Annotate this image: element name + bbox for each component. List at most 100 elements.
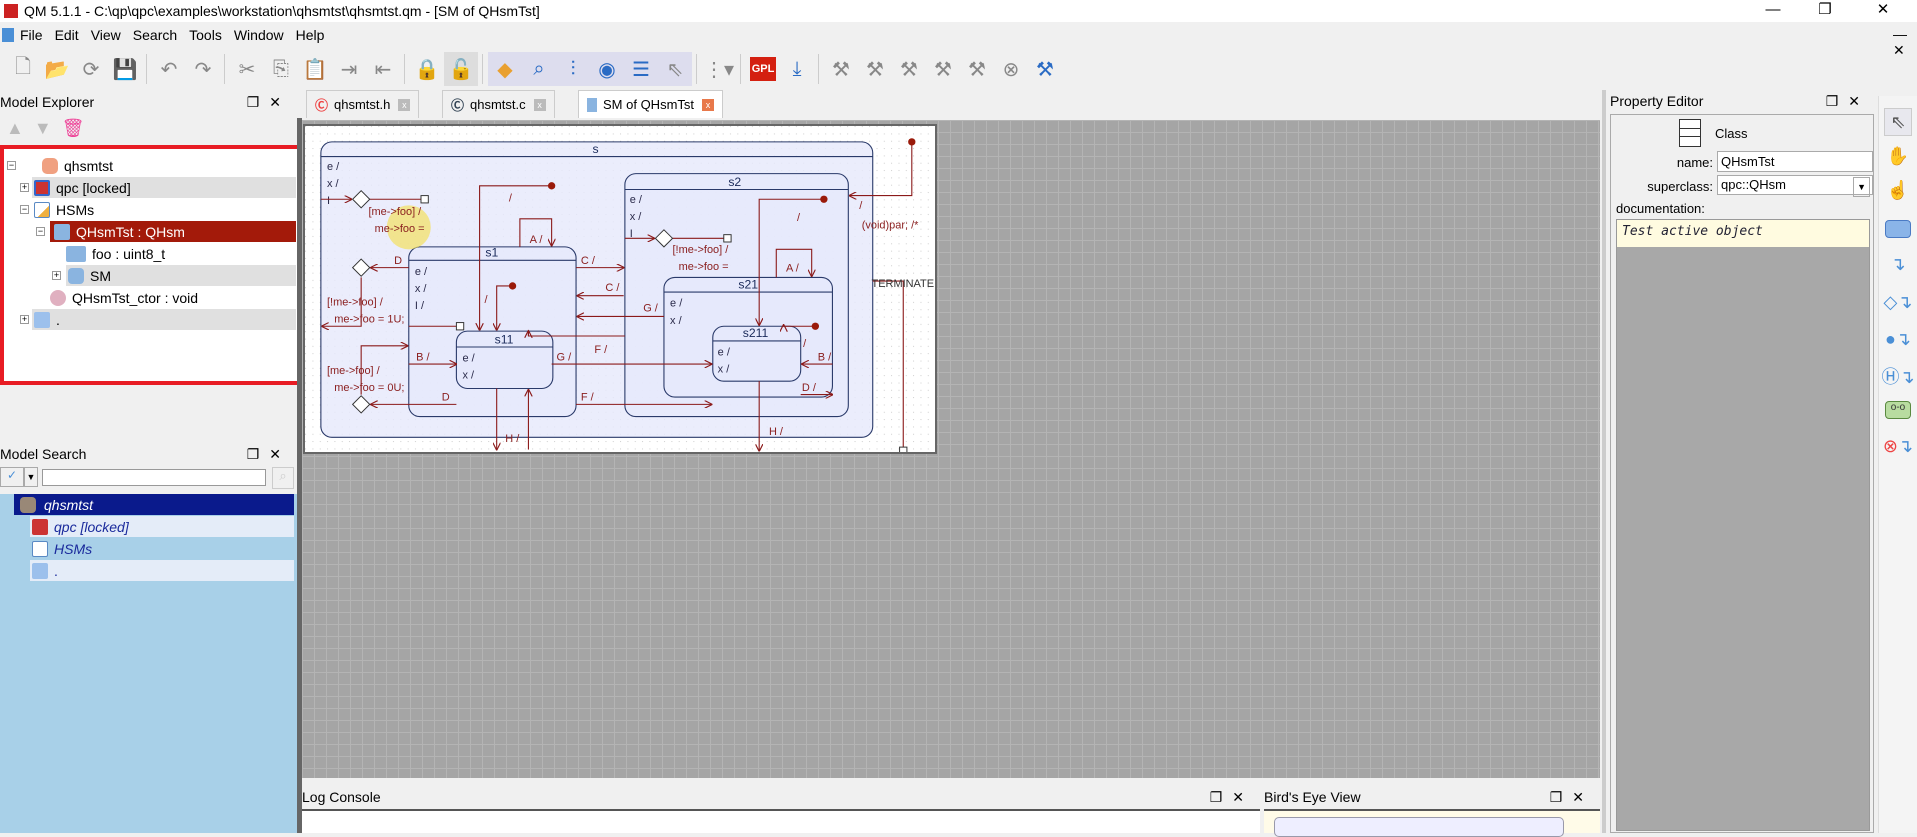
touch-tool-icon[interactable]: ☝	[1884, 176, 1912, 204]
choice-transition-tool-icon[interactable]: ◇↴	[1884, 288, 1913, 316]
transition-label: D	[394, 255, 402, 267]
paste-icon[interactable]: 📋	[298, 52, 332, 86]
copy-icon[interactable]: ⎘	[264, 52, 298, 86]
properties-icon[interactable]: ⫶	[556, 52, 590, 86]
lock-icon[interactable]: 🔒	[410, 52, 444, 86]
unlock-icon[interactable]: 🔓	[444, 52, 478, 86]
close-window-button[interactable]: ✕	[1860, 0, 1906, 22]
state-name-s211: s211	[743, 326, 769, 340]
log-console[interactable]	[302, 809, 1260, 833]
search-result-dot[interactable]: .	[30, 560, 294, 581]
transition-label: F /	[581, 392, 595, 404]
diagram-canvas[interactable]: s s2 s1 s21 s11 s211 e / x / I e / x / I e /…	[302, 120, 1600, 778]
menu-window[interactable]: Window	[228, 27, 290, 43]
state-tool-icon[interactable]	[1884, 215, 1912, 243]
initial-dot	[508, 282, 517, 290]
import-icon[interactable]: ⇤	[366, 52, 400, 86]
tools-icon[interactable]: ⚒	[1028, 52, 1062, 86]
reload-icon[interactable]: ⟳	[74, 52, 108, 86]
menu-file[interactable]: File	[14, 27, 49, 43]
gpl-license-icon[interactable]: GPL	[746, 52, 780, 86]
state-name-s: s	[593, 142, 599, 156]
birds-eye-view[interactable]	[1264, 809, 1600, 837]
submachine-tool-icon[interactable]: o-o	[1884, 396, 1912, 424]
minimize-button[interactable]: —	[1750, 0, 1796, 22]
select-icon[interactable]: ⇖	[658, 52, 692, 86]
search-result-hsms[interactable]: HSMs	[30, 538, 294, 559]
panel-float-close-icons[interactable]: ❐✕	[1210, 789, 1254, 806]
panel-float-close-icons[interactable]: ❐✕	[247, 446, 291, 463]
search-options-button[interactable]: ✓	[0, 467, 24, 487]
close-tab-icon[interactable]: x	[702, 98, 715, 111]
diagram-sheet[interactable]: s s2 s1 s21 s11 s211 e / x / I e / x / I e /…	[303, 124, 937, 484]
search-input[interactable]	[42, 469, 266, 486]
property-editor-header: Property Editor ❐✕	[1610, 91, 1876, 111]
undo-icon[interactable]: ↶	[152, 52, 186, 86]
build-4-icon[interactable]: ⚒	[926, 52, 960, 86]
search-tool-icon[interactable]: ⌕	[522, 52, 556, 86]
action-e: e /	[415, 266, 428, 278]
build-2-icon[interactable]: ⚒	[858, 52, 892, 86]
view-icon[interactable]: ◉	[590, 52, 624, 86]
transition-label: D /	[802, 382, 817, 394]
build-3-icon[interactable]: ⚒	[892, 52, 926, 86]
build-icon[interactable]: ⚒	[824, 52, 858, 86]
pan-tool-icon[interactable]: ✋	[1884, 142, 1912, 170]
initial-dot	[811, 322, 820, 330]
documentation-text[interactable]: Test active object	[1617, 220, 1869, 247]
search-result-qpc[interactable]: qpc [locked]	[30, 516, 294, 537]
action-x: x /	[327, 178, 340, 190]
transition-label: A /	[786, 262, 800, 274]
panel-float-close-icons[interactable]: ❐✕	[1550, 789, 1594, 806]
edit-tool-icon[interactable]: ◆	[488, 52, 522, 86]
list-icon[interactable]: ☰	[624, 52, 658, 86]
menu-tools[interactable]: Tools	[183, 27, 228, 43]
guard-label: [!me->foo] /	[327, 296, 384, 308]
search-options-dropdown[interactable]: ▼	[24, 467, 38, 487]
restore-button[interactable]: ❐	[1802, 0, 1848, 22]
documentation-field[interactable]: Test active object	[1616, 219, 1870, 831]
transition-tool-icon[interactable]: ↴	[1884, 250, 1912, 278]
documentation-label: documentation:	[1616, 201, 1705, 216]
open-model-icon[interactable]: 📂	[40, 52, 74, 86]
tab-sm-of-qhsmtst[interactable]: SM of QHsmTst x	[578, 90, 724, 118]
state-diagram[interactable]: s s2 s1 s21 s11 s211 e /x /I e /x /I e /…	[305, 126, 935, 484]
redo-icon[interactable]: ↷	[186, 52, 220, 86]
export-icon[interactable]: ⇥	[332, 52, 366, 86]
close-tab-icon[interactable]: x	[398, 98, 411, 111]
cut-icon[interactable]: ✂	[230, 52, 264, 86]
title-bar: QM 5.1.1 - C:\qp\qpc\examples\workstatio…	[0, 0, 1917, 22]
close-tab-icon[interactable]: x	[533, 98, 546, 111]
delete-icon[interactable]: 🗑	[62, 118, 95, 138]
explorer-nav-buttons[interactable]: ▲▼🗑	[6, 118, 95, 139]
search-find-icon[interactable]: ⌕	[272, 467, 294, 489]
action-x: x /	[463, 370, 476, 382]
select-tool-icon[interactable]: ⇖	[1884, 108, 1912, 136]
terminate-transition-tool-icon[interactable]: ⊗ ↴	[1883, 432, 1913, 460]
initial-dot	[820, 195, 828, 203]
tab-qhsmtst-h[interactable]: Ⓒqhsmtst.h x	[306, 90, 420, 118]
menu-edit[interactable]: Edit	[49, 27, 85, 43]
highlight-box	[0, 145, 306, 385]
menu-search[interactable]: Search	[127, 27, 183, 43]
action-x: x /	[630, 211, 643, 223]
panel-float-close-icons[interactable]: ❐✕	[1826, 93, 1870, 110]
build-5-icon[interactable]: ⚒	[960, 52, 994, 86]
initial-transition-tool-icon[interactable]: ●↴	[1884, 325, 1912, 353]
save-icon[interactable]: 💾	[108, 52, 142, 86]
tab-qhsmtst-c[interactable]: Ⓒqhsmtst.c x	[442, 90, 555, 118]
menu-help[interactable]: Help	[290, 27, 331, 43]
superclass-select[interactable]: qpc::QHsm ▼	[1717, 175, 1873, 197]
layout-icon[interactable]: ⋮▾	[702, 52, 736, 86]
menu-view[interactable]: View	[85, 27, 127, 43]
search-result-qhsmtst[interactable]: qhsmtst	[14, 494, 294, 515]
name-field[interactable]	[1717, 151, 1873, 172]
transition-label: F /	[594, 344, 608, 356]
history-transition-tool-icon[interactable]: Ⓗ↴	[1881, 362, 1914, 390]
generate-code-icon[interactable]: ⤓	[780, 52, 814, 86]
model-explorer-title: Model Explorer	[0, 94, 95, 110]
new-model-icon[interactable]: 🗋	[6, 52, 40, 86]
panel-float-close-icons[interactable]: ❐✕	[247, 94, 291, 111]
action-x: x /	[415, 283, 428, 295]
cancel-icon[interactable]: ⊗	[994, 52, 1028, 86]
